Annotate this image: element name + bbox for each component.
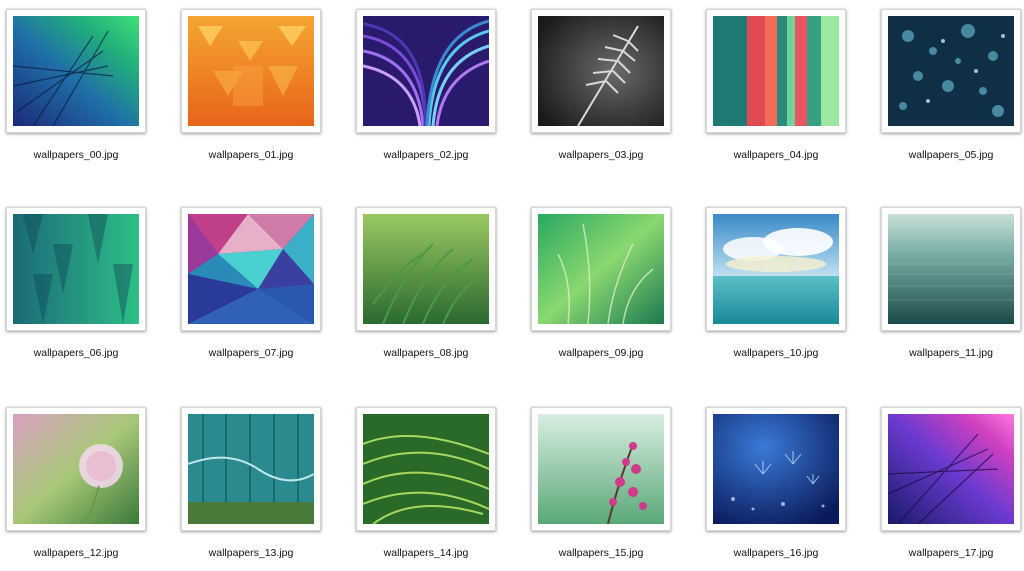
wallpaper-thumbnail <box>188 16 314 126</box>
file-name-label[interactable]: wallpapers_08.jpg <box>353 347 499 359</box>
wallpaper-thumbnail <box>13 214 139 324</box>
file-item[interactable]: wallpapers_01.jpg <box>178 4 354 194</box>
file-name-label[interactable]: wallpapers_00.jpg <box>3 149 149 161</box>
file-name-label[interactable]: wallpapers_10.jpg <box>703 347 849 359</box>
file-item[interactable]: wallpapers_02.jpg <box>353 4 529 194</box>
file-name-label[interactable]: wallpapers_13.jpg <box>178 547 324 559</box>
thumbnail-frame[interactable] <box>181 407 321 531</box>
wallpaper-thumbnail <box>188 414 314 524</box>
file-item[interactable]: wallpapers_16.jpg <box>703 402 879 571</box>
thumbnail-frame[interactable] <box>6 407 146 531</box>
thumbnail-frame[interactable] <box>181 9 321 133</box>
wallpaper-thumbnail <box>713 16 839 126</box>
file-item[interactable]: wallpapers_09.jpg <box>528 202 704 392</box>
thumbnail-frame[interactable] <box>881 9 1021 133</box>
wallpaper-thumbnail <box>13 16 139 126</box>
file-item[interactable]: wallpapers_08.jpg <box>353 202 529 392</box>
thumbnail-frame[interactable] <box>881 207 1021 331</box>
thumbnail-frame[interactable] <box>356 9 496 133</box>
file-item[interactable]: wallpapers_13.jpg <box>178 402 354 571</box>
thumbnail-frame[interactable] <box>706 9 846 133</box>
file-name-label[interactable]: wallpapers_11.jpg <box>878 347 1024 359</box>
thumbnail-frame[interactable] <box>356 407 496 531</box>
thumbnail-frame[interactable] <box>6 9 146 133</box>
thumbnail-frame[interactable] <box>881 407 1021 531</box>
thumbnail-frame[interactable] <box>531 207 671 331</box>
file-name-label[interactable]: wallpapers_07.jpg <box>178 347 324 359</box>
thumbnail-frame[interactable] <box>531 407 671 531</box>
file-name-label[interactable]: wallpapers_06.jpg <box>3 347 149 359</box>
wallpaper-thumbnail <box>13 414 139 524</box>
file-item[interactable]: wallpapers_06.jpg <box>3 202 179 392</box>
file-name-label[interactable]: wallpapers_16.jpg <box>703 547 849 559</box>
file-item[interactable]: wallpapers_07.jpg <box>178 202 354 392</box>
thumbnail-frame[interactable] <box>531 9 671 133</box>
file-name-label[interactable]: wallpapers_01.jpg <box>178 149 324 161</box>
file-name-label[interactable]: wallpapers_03.jpg <box>528 149 674 161</box>
file-item[interactable]: wallpapers_17.jpg <box>878 402 1024 571</box>
wallpaper-thumbnail <box>713 214 839 324</box>
file-item[interactable]: wallpapers_11.jpg <box>878 202 1024 392</box>
wallpaper-thumbnail <box>888 16 1014 126</box>
file-name-label[interactable]: wallpapers_14.jpg <box>353 547 499 559</box>
file-name-label[interactable]: wallpapers_17.jpg <box>878 547 1024 559</box>
thumbnail-frame[interactable] <box>706 407 846 531</box>
file-name-label[interactable]: wallpapers_12.jpg <box>3 547 149 559</box>
thumbnail-frame[interactable] <box>706 207 846 331</box>
wallpaper-thumbnail <box>538 414 664 524</box>
wallpaper-thumbnail <box>888 414 1014 524</box>
wallpaper-thumbnail <box>538 214 664 324</box>
file-item[interactable]: wallpapers_12.jpg <box>3 402 179 571</box>
file-name-label[interactable]: wallpapers_02.jpg <box>353 149 499 161</box>
file-item[interactable]: wallpapers_04.jpg <box>703 4 879 194</box>
wallpaper-thumbnail <box>713 414 839 524</box>
thumbnail-frame[interactable] <box>356 207 496 331</box>
wallpaper-thumbnail <box>363 214 489 324</box>
file-item[interactable]: wallpapers_10.jpg <box>703 202 879 392</box>
file-name-label[interactable]: wallpapers_09.jpg <box>528 347 674 359</box>
file-item[interactable]: wallpapers_00.jpg <box>3 4 179 194</box>
thumbnail-frame[interactable] <box>6 207 146 331</box>
wallpaper-thumbnail <box>363 16 489 126</box>
file-name-label[interactable]: wallpapers_15.jpg <box>528 547 674 559</box>
file-item[interactable]: wallpapers_05.jpg <box>878 4 1024 194</box>
wallpaper-thumbnail <box>188 214 314 324</box>
file-name-label[interactable]: wallpapers_04.jpg <box>703 149 849 161</box>
file-item[interactable]: wallpapers_15.jpg <box>528 402 704 571</box>
file-item[interactable]: wallpapers_03.jpg <box>528 4 704 194</box>
file-name-label[interactable]: wallpapers_05.jpg <box>878 149 1024 161</box>
file-item[interactable]: wallpapers_14.jpg <box>353 402 529 571</box>
wallpaper-thumbnail <box>888 214 1014 324</box>
thumbnail-frame[interactable] <box>181 207 321 331</box>
wallpaper-thumbnail <box>363 414 489 524</box>
file-thumbnail-grid: wallpapers_00.jpg wallpapers_01.jpg wall… <box>0 0 1024 571</box>
wallpaper-thumbnail <box>538 16 664 126</box>
